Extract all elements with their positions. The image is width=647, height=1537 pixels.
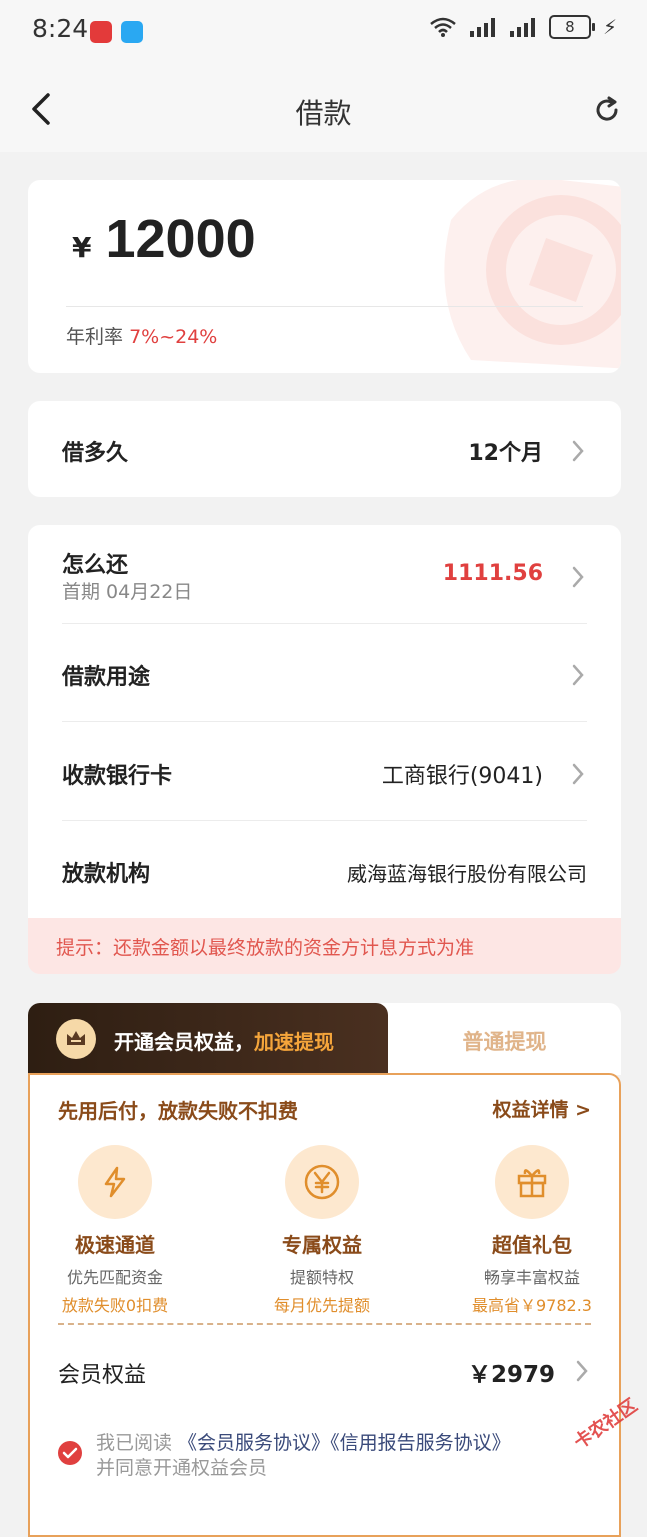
tab-member-highlight: 加速提现 <box>254 1030 334 1054</box>
decorative-coin-icon <box>444 180 621 369</box>
tab-member-label: 开通会员权益，加速提现 <box>114 1026 334 1055</box>
benefit-desc: 优先匹配资金 <box>66 1268 163 1287</box>
bank-card-label: 收款银行卡 <box>62 764 173 789</box>
benefit-note: 放款失败0扣费 <box>61 1296 169 1315</box>
wifi-icon <box>430 17 456 37</box>
member-benefits-panel: 先用后付，放款失败不扣费 权益详情 > 极速通道 优先匹配资金 放款失败0扣费 … <box>28 1073 621 1537</box>
benefit-title: 专属权益 <box>282 1233 362 1257</box>
agree-suffix: 并同意开通权益会员 <box>96 1457 268 1479</box>
agreement-text: 我已阅读 《会员服务协议》《信用报告服务协议》 并同意开通权益会员 <box>96 1431 616 1481</box>
battery-icon: 8 <box>548 15 595 39</box>
battery-level: 8 <box>565 18 575 36</box>
signal-icon-2 <box>509 18 535 37</box>
dashed-divider <box>58 1323 591 1325</box>
yen-coin-icon <box>285 1145 359 1219</box>
annual-rate: 年利率 7%~24% <box>66 322 217 349</box>
refresh-icon[interactable] <box>593 96 621 124</box>
crown-icon <box>56 1019 96 1059</box>
chevron-right-icon <box>572 566 584 588</box>
charging-icon: ⚡ <box>602 15 617 39</box>
member-section: 开通会员权益，加速提现 普通提现 先用后付，放款失败不扣费 权益详情 > 极速通… <box>28 1003 621 1537</box>
benefit-desc: 提额特权 <box>289 1268 354 1287</box>
loan-details-card: 怎么还 首期 04月22日 1111.56 借款用途 收款银行卡 工商银行(90… <box>28 525 621 918</box>
divider <box>62 820 587 821</box>
purpose-label: 借款用途 <box>62 665 151 690</box>
message-app-icon <box>121 21 143 43</box>
check-icon <box>62 1447 78 1459</box>
loan-term-row[interactable]: 借多久 12个月 <box>28 401 621 497</box>
divider <box>62 623 587 624</box>
repay-amount: 1111.56 <box>442 561 543 586</box>
benefit-title: 超值礼包 <box>492 1233 572 1257</box>
agree-prefix: 我已阅读 <box>96 1432 179 1454</box>
divider <box>66 306 583 307</box>
repay-first-date: 首期 04月22日 <box>62 581 193 603</box>
credit-report-agreement-link[interactable]: 《信用报告服务协议》 <box>330 1432 511 1454</box>
chevron-right-icon <box>572 440 584 462</box>
benefit-details-link[interactable]: 权益详情 > <box>492 1095 591 1122</box>
page-title: 借款 <box>295 97 352 130</box>
loan-amount[interactable]: ¥ 12000 <box>72 208 256 270</box>
chevron-right-icon <box>572 763 584 785</box>
loan-amount-card: ¥ 12000 年利率 7%~24% <box>28 180 621 373</box>
currency-symbol: ¥ <box>72 231 92 264</box>
benefit-title: 极速通道 <box>75 1233 155 1257</box>
tab-normal-withdraw[interactable]: 普通提现 <box>388 1026 621 1056</box>
status-time: 8:24 <box>32 14 89 43</box>
signal-icon <box>469 18 495 37</box>
term-label: 借多久 <box>62 441 129 466</box>
tab-member-prefix: 开通会员权益， <box>114 1030 254 1054</box>
nav-bar: 借款 <box>0 62 647 152</box>
divider <box>62 721 587 722</box>
member-rights-label: 会员权益 <box>58 1363 147 1388</box>
tab-member-withdraw[interactable]: 开通会员权益，加速提现 <box>28 1003 388 1075</box>
lender-label: 放款机构 <box>62 862 151 887</box>
amount-value: 12000 <box>105 209 256 269</box>
status-indicators: 8 ⚡ <box>429 15 617 39</box>
benefit-desc: 畅享丰富权益 <box>483 1268 580 1287</box>
chevron-right-icon <box>572 664 584 686</box>
agree-checkbox[interactable] <box>58 1441 82 1465</box>
member-rights-price: ￥2979 <box>467 1362 555 1388</box>
bank-card-value: 工商银行(9041) <box>381 764 543 789</box>
rate-value: 7%~24% <box>129 326 218 348</box>
rate-label: 年利率 <box>66 326 124 348</box>
benefit-note: 每月优先提额 <box>273 1296 370 1315</box>
benefit-note: 最高省￥9782.3 <box>472 1296 592 1315</box>
repay-label: 怎么还 <box>62 553 129 578</box>
gift-icon <box>495 1145 569 1219</box>
status-bar: 8:24 8 ⚡ <box>0 0 647 62</box>
benefit-exclusive: 专属权益 提额特权 每月优先提额 <box>227 1145 417 1316</box>
member-headline: 先用后付，放款失败不扣费 <box>58 1099 298 1123</box>
repayment-tip: 提示：还款金额以最终放款的资金方计息方式为准 <box>28 918 621 974</box>
news-app-icon <box>90 21 112 43</box>
member-service-agreement-link[interactable]: 《会员服务协议》 <box>178 1432 330 1454</box>
term-value: 12个月 <box>468 441 543 466</box>
lender-value: 威海蓝海银行股份有限公司 <box>347 862 587 886</box>
benefit-gift-pack: 超值礼包 畅享丰富权益 最高省￥9782.3 <box>437 1145 627 1316</box>
chevron-right-icon <box>576 1360 588 1382</box>
tip-text: 提示：还款金额以最终放款的资金方计息方式为准 <box>56 937 475 959</box>
benefit-fast-channel: 极速通道 优先匹配资金 放款失败0扣费 <box>20 1145 210 1316</box>
lightning-icon <box>78 1145 152 1219</box>
